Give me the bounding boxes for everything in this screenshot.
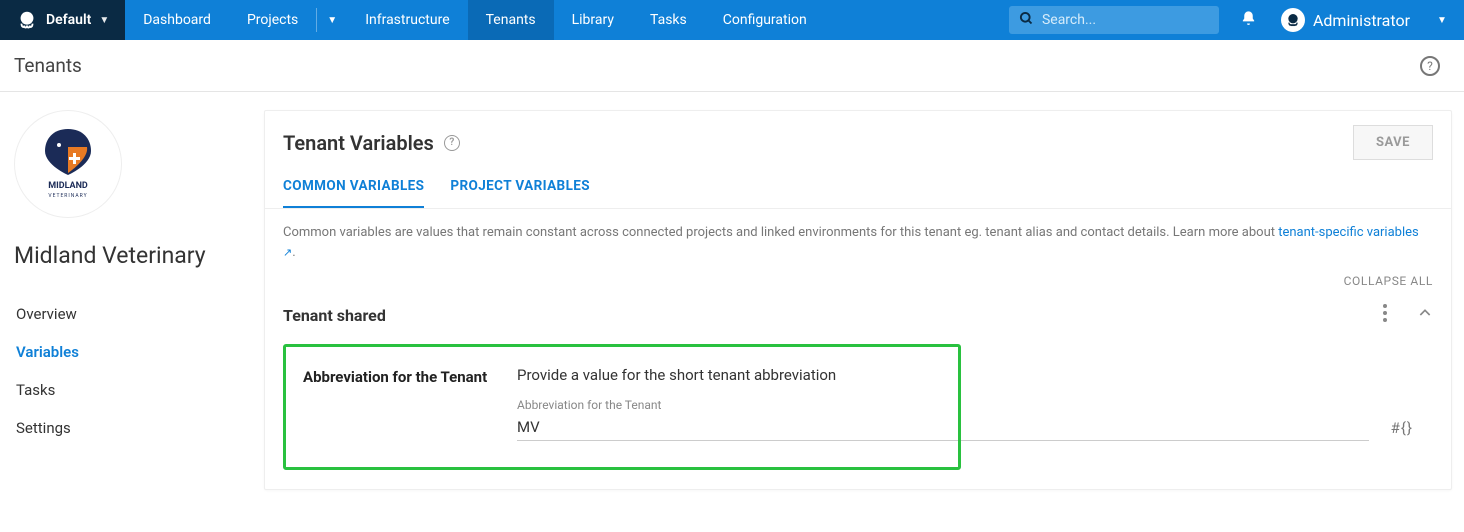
sidebar-item-variables[interactable]: Variables xyxy=(14,333,238,371)
bell-icon xyxy=(1240,10,1257,31)
tenant-name-heading: Midland Veterinary xyxy=(14,242,238,269)
nav-tasks[interactable]: Tasks xyxy=(632,0,705,40)
page-title: Tenants xyxy=(14,54,82,77)
sidebar-item-tasks[interactable]: Tasks xyxy=(14,371,238,409)
global-search[interactable] xyxy=(1009,6,1219,34)
space-switcher[interactable]: Default ▼ xyxy=(0,0,125,40)
variable-help-text: Provide a value for the short tenant abb… xyxy=(517,366,1413,384)
tab-common-variables[interactable]: COMMON VARIABLES xyxy=(283,178,424,208)
sidebar-item-settings[interactable]: Settings xyxy=(14,409,238,447)
tab-description: Common variables are values that remain … xyxy=(265,209,1451,270)
page-subheader: Tenants ? xyxy=(0,40,1464,92)
primary-nav: Dashboard Projects ▼ Infrastructure Tena… xyxy=(125,0,1001,40)
section-more-menu[interactable] xyxy=(1383,304,1387,326)
search-input[interactable] xyxy=(1042,12,1220,28)
tenant-logo: MIDLAND VETERINARY xyxy=(14,110,122,218)
svg-text:MIDLAND: MIDLAND xyxy=(48,181,88,191)
user-dropdown[interactable]: ▼ xyxy=(1420,0,1464,40)
main-content: Tenant Variables ? SAVE COMMON VARIABLES… xyxy=(252,92,1464,518)
nav-tenants[interactable]: Tenants xyxy=(468,0,554,40)
external-link-icon: ↗ xyxy=(283,246,292,259)
section-collapse-toggle[interactable] xyxy=(1417,305,1433,325)
space-name: Default xyxy=(46,12,91,28)
chevron-down-icon: ▼ xyxy=(99,15,109,26)
tenant-sidebar: MIDLAND VETERINARY Midland Veterinary Ov… xyxy=(0,92,252,447)
octopus-logo-icon xyxy=(16,9,38,31)
insert-variable-button[interactable]: #{} xyxy=(1391,419,1413,441)
section-tenant-shared: Tenant shared Abbreviation for the Tenan… xyxy=(265,298,1451,489)
nav-projects[interactable]: Projects xyxy=(229,0,316,40)
nav-library[interactable]: Library xyxy=(554,0,632,40)
avatar-icon xyxy=(1281,8,1305,32)
nav-dashboard[interactable]: Dashboard xyxy=(125,0,229,40)
save-button[interactable]: SAVE xyxy=(1353,125,1433,160)
tab-project-variables[interactable]: PROJECT VARIABLES xyxy=(450,178,590,208)
svg-text:VETERINARY: VETERINARY xyxy=(48,193,87,199)
user-name: Administrator xyxy=(1313,11,1410,30)
card-title: Tenant Variables xyxy=(283,131,434,155)
kebab-icon xyxy=(1383,304,1387,322)
chevron-down-icon: ▼ xyxy=(327,15,337,26)
nav-configuration[interactable]: Configuration xyxy=(705,0,825,40)
user-menu[interactable]: Administrator xyxy=(1271,0,1420,40)
desc-text: Common variables are values that remain … xyxy=(283,225,1278,240)
notifications-button[interactable] xyxy=(1227,0,1271,40)
help-icon[interactable]: ? xyxy=(1420,56,1440,76)
midland-logo-icon: MIDLAND VETERINARY xyxy=(33,125,103,203)
abbreviation-input[interactable] xyxy=(517,414,1369,441)
tenant-variables-card: Tenant Variables ? SAVE COMMON VARIABLES… xyxy=(264,110,1452,490)
variable-name: Abbreviation for the Tenant xyxy=(303,366,517,441)
collapse-all-link[interactable]: COLLAPSE ALL xyxy=(1344,274,1433,288)
variable-row-abbreviation: Abbreviation for the Tenant Provide a va… xyxy=(283,344,1433,467)
sidebar-item-overview[interactable]: Overview xyxy=(14,295,238,333)
nav-infrastructure[interactable]: Infrastructure xyxy=(347,0,467,40)
section-title: Tenant shared xyxy=(283,306,386,325)
search-icon xyxy=(1019,11,1034,30)
projects-dropdown[interactable]: ▼ xyxy=(317,0,347,40)
help-icon[interactable]: ? xyxy=(444,135,460,151)
chevron-up-icon xyxy=(1417,305,1433,321)
variable-tabs: COMMON VARIABLES PROJECT VARIABLES xyxy=(265,160,1451,209)
desc-suffix: . xyxy=(292,245,295,260)
chevron-down-icon: ▼ xyxy=(1437,15,1447,26)
field-label: Abbreviation for the Tenant xyxy=(517,398,1369,412)
top-nav: Default ▼ Dashboard Projects ▼ Infrastru… xyxy=(0,0,1464,40)
